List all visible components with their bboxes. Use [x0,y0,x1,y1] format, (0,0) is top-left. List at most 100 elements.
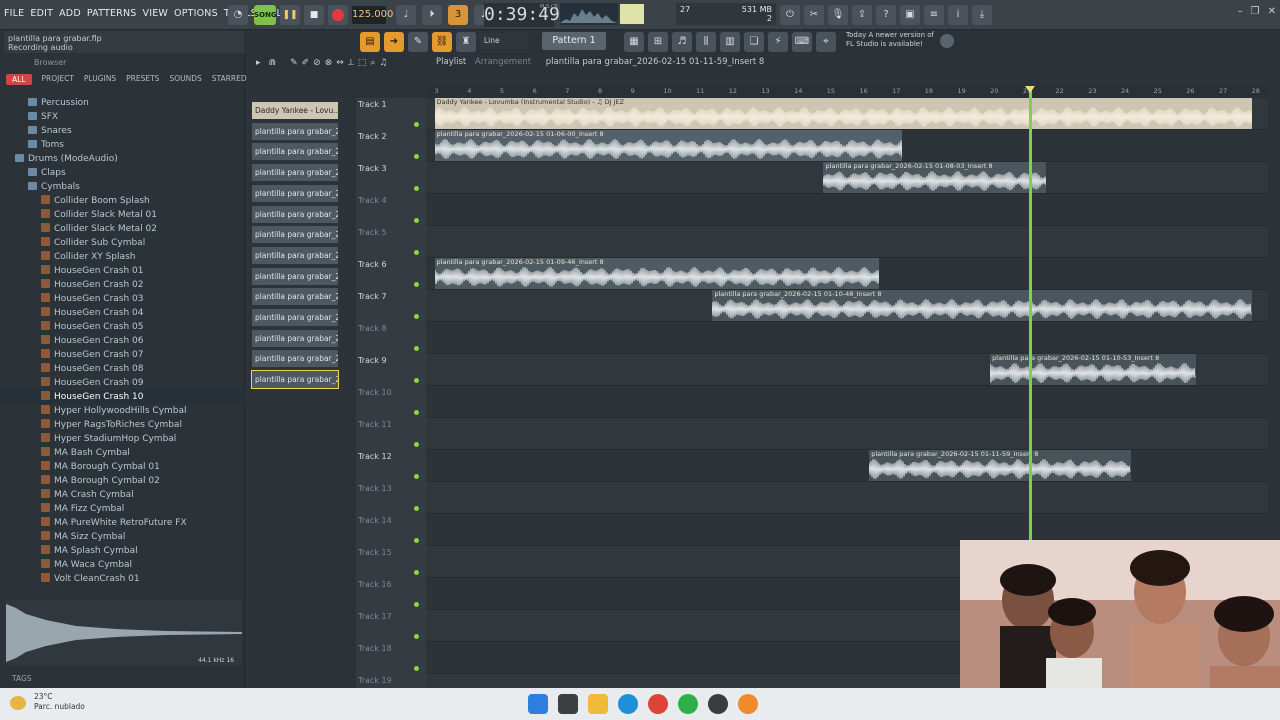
track-mute-led-icon[interactable] [414,538,419,543]
track-mute-led-icon[interactable] [414,346,419,351]
play-pause-button[interactable]: ❚❚ [280,5,300,25]
pencil-icon[interactable]: ✎ [408,32,428,52]
browser-item[interactable]: Percussion [0,96,245,110]
browser-item[interactable]: MA Waca Cymbal [0,558,245,572]
track-mute-led-icon[interactable] [414,186,419,191]
link-icon[interactable]: ⛓ [432,32,452,52]
track-mute-led-icon[interactable] [414,282,419,287]
browser-item[interactable]: HouseGen Crash 10 [0,390,245,404]
browser-tab-sounds[interactable]: SOUNDS [169,74,201,85]
browser-tab-presets[interactable]: PRESETS [126,74,159,85]
zoom-tool-icon[interactable]: ⌕ [370,58,375,68]
globe-icon[interactable] [940,34,954,48]
track-row[interactable]: Track 5 [356,226,1268,258]
save-icon[interactable]: ▣ [900,5,920,25]
task-view-icon[interactable] [558,694,578,714]
track-row[interactable]: Track 13 [356,482,1268,514]
fl-studio-icon[interactable] [738,694,758,714]
picker-clip[interactable]: plantilla para grabar_20... [252,350,338,368]
chrome-icon[interactable] [648,694,668,714]
download-icon[interactable]: ⤓ [972,5,992,25]
arrow-right-icon[interactable]: ➜ [384,32,404,52]
track-mute-led-icon[interactable] [414,602,419,607]
file-explorer-icon[interactable] [588,694,608,714]
track-row[interactable]: Track 8 [356,322,1268,354]
countdown-icon[interactable]: 3 [448,5,468,25]
touch-keyboard-icon[interactable]: ⌨ [792,32,812,52]
menu-patterns[interactable]: PATTERNS [87,8,137,19]
menu-add[interactable]: ADD [59,8,81,19]
metronome-icon[interactable]: ♩ [396,5,416,25]
browser-item[interactable]: Snares [0,124,245,138]
audio-clip[interactable]: plantilla para grabar_2026-02-15 01-11-5… [869,450,1131,481]
track-row[interactable]: Track 4 [356,194,1268,226]
browser-item[interactable]: HouseGen Crash 07 [0,348,245,362]
playback-tool-icon[interactable]: ♫ [379,58,387,68]
audio-clip[interactable]: Daddy Yankee - Lovumba (Instrumental Stu… [434,98,1252,129]
browser-item[interactable]: Hyper HollywoodHills Cymbal [0,404,245,418]
game-app-icon[interactable] [708,694,728,714]
browser-item[interactable]: Collider Slack Metal 01 [0,208,245,222]
track-row[interactable]: Track 11 [356,418,1268,450]
track-row[interactable]: Track 3 [356,162,1268,194]
track-mute-led-icon[interactable] [414,474,419,479]
browser-item[interactable]: Claps [0,166,245,180]
menu-file[interactable]: FILE [4,8,24,19]
audio-clip[interactable]: plantilla para grabar_2026-02-15 01-10-4… [712,290,1252,321]
whatsapp-icon[interactable] [678,694,698,714]
mixer-icon[interactable]: ≡ [924,5,944,25]
browser-tab-project[interactable]: PROJECT [42,74,74,85]
tempo-tapper-icon[interactable]: ⌖ [816,32,836,52]
menu-arrow-icon[interactable]: ▸ [256,58,261,68]
menu-view[interactable]: VIEW [143,8,169,19]
picker-clip[interactable]: plantilla para grabar_20... [252,329,338,347]
playhead[interactable] [1029,88,1032,540]
browser-item[interactable]: HouseGen Crash 06 [0,334,245,348]
track-mute-led-icon[interactable] [414,314,419,319]
browser-item[interactable]: Hyper RagsToRiches Cymbal [0,418,245,432]
browser-item[interactable]: Collider Sub Cymbal [0,236,245,250]
weather-widget[interactable]: 23°C Parc. nublado [34,692,85,712]
browser-item[interactable]: Hyper StadiumHop Cymbal [0,432,245,446]
browser-item[interactable]: MA Fizz Cymbal [0,502,245,516]
picker-clip[interactable]: plantilla para grabar_20... [252,226,338,244]
track-mute-led-icon[interactable] [414,154,419,159]
info-icon[interactable]: i [948,5,968,25]
slice-tool-icon[interactable]: ⟂ [348,58,354,68]
channel-rack-icon[interactable]: ⊞ [648,32,668,52]
track-mute-led-icon[interactable] [414,218,419,223]
help-icon[interactable]: ? [876,5,896,25]
audio-clip[interactable]: plantilla para grabar_2026-02-15 01-10-5… [990,354,1197,385]
mute-tool-icon[interactable]: ⊗ [325,58,333,68]
browser-item[interactable]: Cymbals [0,180,245,194]
plug-icon[interactable]: ⚡ [768,32,788,52]
wait-input-icon[interactable]: ⏵ [422,5,442,25]
browser-item[interactable]: MA PureWhite RetroFuture FX [0,516,245,530]
track-mute-led-icon[interactable] [414,410,419,415]
picker-clip[interactable]: plantilla para grabar_20... [252,246,338,264]
microphone-icon[interactable]: 🎙 [828,5,848,25]
audio-clip[interactable]: plantilla para grabar_2026-02-15 01-09-4… [434,258,880,289]
rendering-icon[interactable]: ⇪ [852,5,872,25]
browser-item[interactable]: MA Borough Cymbal 01 [0,460,245,474]
close-icon[interactable]: ✕ [1268,6,1276,17]
mixer-window-icon[interactable]: ⫼ [696,32,716,52]
picker-clip[interactable]: plantilla para grabar_20... [252,288,338,306]
browser-item[interactable]: HouseGen Crash 09 [0,376,245,390]
browser-tab-starred[interactable]: STARRED [212,74,247,85]
picker-clip[interactable]: Daddy Yankee - Lovu... [252,102,338,119]
picker-clip[interactable]: plantilla para grabar_20... [251,370,339,390]
browser-item[interactable]: Collider XY Splash [0,250,245,264]
playlist-window-icon[interactable]: ▦ [624,32,644,52]
browser-item[interactable]: Collider Boom Splash [0,194,245,208]
undo-icon[interactable]: ⏻ [780,5,800,25]
playhead-marker-icon[interactable] [1025,86,1035,93]
browser-tab-plugins[interactable]: PLUGINS [84,74,116,85]
news-panel[interactable]: Today A newer version of FL Studio is av… [846,31,946,51]
picker-clip[interactable]: plantilla para grabar_20... [252,184,338,202]
picker-clip[interactable]: plantilla para grabar_20... [252,122,338,140]
pencil-tool-icon[interactable]: ✎ [290,58,298,68]
tools-icon[interactable]: ✂ [804,5,824,25]
browser-item[interactable]: HouseGen Crash 03 [0,292,245,306]
browser-item[interactable]: MA Splash Cymbal [0,544,245,558]
